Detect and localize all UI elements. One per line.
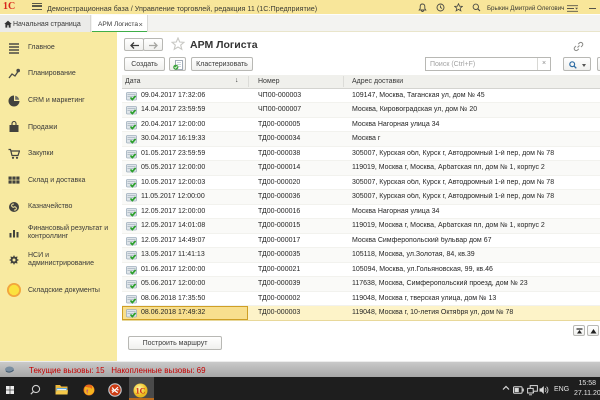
svg-text:1С: 1С [136,386,146,395]
